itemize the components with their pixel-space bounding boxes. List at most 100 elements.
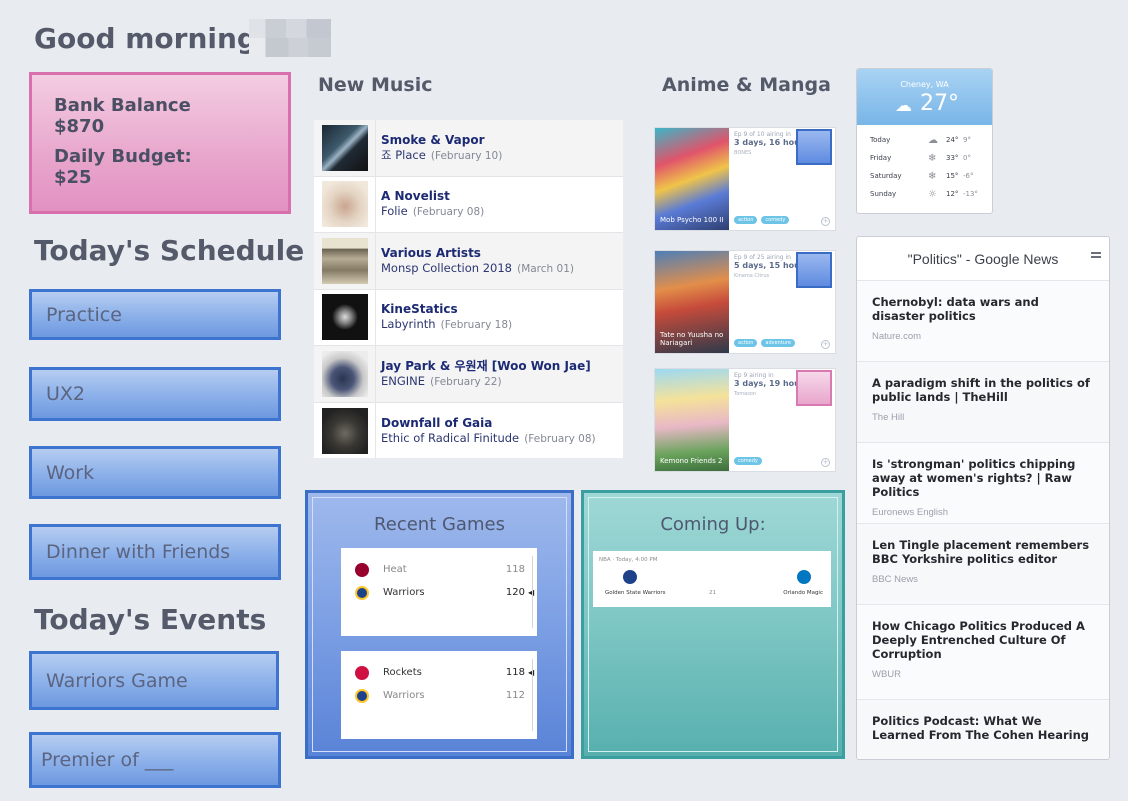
warriors-logo-icon (355, 688, 369, 703)
news-headline[interactable]: A paradigm shift in the politics of publ… (872, 376, 1094, 404)
music-title: Smoke & Vapor (381, 132, 485, 147)
snow-cloud-icon: ❄ (928, 152, 937, 164)
recent-games-panel: Recent Games Heat118 Warriors120◀ Rocket… (305, 490, 574, 759)
schedule-item-label: Practice (46, 303, 122, 326)
music-date: (February 18) (440, 319, 513, 332)
schedule-item-practice[interactable]: Practice (29, 289, 281, 340)
news-widget: "Politics" - Google News Chernobyl: data… (856, 236, 1110, 760)
music-item[interactable]: Various Artists Monsp Collection 2018 (Ma… (314, 233, 623, 290)
news-headline[interactable]: How Chicago Politics Produced A Deeply E… (872, 619, 1094, 661)
event-item-warriors-game[interactable]: Warriors Game (29, 651, 279, 710)
menu-icon[interactable] (1091, 252, 1101, 260)
music-date: (February 10) (430, 149, 503, 162)
music-date: (March 01) (517, 262, 574, 275)
game-team-row: Rockets118◀ (341, 661, 537, 684)
redacted-username (249, 19, 331, 57)
schedule-item-label: Dinner with Friends (46, 541, 231, 563)
forecast-day: Sunday (870, 190, 897, 198)
forecast-hi: 24° (946, 136, 959, 144)
music-item[interactable]: Downfall of Gaia Ethic of Radical Finitud… (314, 402, 623, 459)
news-headline[interactable]: Is 'strongman' politics chipping away at… (872, 457, 1094, 499)
news-item[interactable]: Len Tingle placement remembers BBC Yorks… (857, 524, 1109, 605)
forecast-row: Sunday ☼ 12° -13° (857, 185, 992, 203)
team-name: Heat (383, 564, 407, 575)
team-name: Warriors (383, 690, 425, 701)
music-item[interactable]: Jay Park & 우원재 [Woo Won Jae] ENGINE (Febr… (314, 346, 623, 403)
news-item[interactable]: Politics Podcast: What We Learned From T… (857, 700, 1109, 759)
music-artist: Labyrinth (381, 317, 436, 332)
music-item[interactable]: Smoke & Vapor 죠 Place (February 10) (314, 120, 623, 177)
forecast-hi: 12° (946, 190, 959, 198)
game-card[interactable]: Rockets118◀ Warriors112 (341, 651, 537, 739)
forecast-day: Friday (870, 154, 892, 162)
schedule-item-label: UX2 (46, 383, 86, 405)
forecast-row: Friday ❄ 33° 0° (857, 149, 992, 167)
anime-tag[interactable]: comedy (734, 457, 762, 465)
music-artist: ENGINE (381, 373, 426, 388)
select-square[interactable] (796, 370, 832, 406)
music-list: Smoke & Vapor 죠 Place (February 10) A Nov… (314, 120, 623, 459)
news-headline[interactable]: Politics Podcast: What We Learned From T… (872, 714, 1094, 742)
game-team-row: Warriors120◀ (341, 581, 537, 604)
music-title: Jay Park & 우원재 [Woo Won Jae] (381, 358, 591, 373)
schedule-item-dinner[interactable]: Dinner with Friends (29, 524, 281, 580)
add-icon[interactable]: + (821, 340, 830, 349)
add-icon[interactable]: + (821, 217, 830, 226)
music-title: A Novelist (381, 189, 450, 204)
sun-icon: ☼ (928, 188, 937, 200)
news-headline[interactable]: Chernobyl: data wars and disaster politi… (872, 295, 1094, 323)
game-time: NBA · Today, 4:00 PM (599, 557, 658, 563)
forecast-lo: 0° (963, 154, 971, 162)
forecast-day: Today (870, 136, 891, 144)
event-item-premier[interactable]: Premier of ___ (29, 732, 281, 788)
event-item-label: Warriors Game (46, 669, 188, 692)
anime-card[interactable]: Mob Psycho 100 II Ep 9 of 10 airing in 3… (654, 127, 836, 231)
music-title: Downfall of Gaia (381, 415, 493, 430)
anime-title: Kemono Friends 2 (660, 457, 723, 465)
upcoming-game-card[interactable]: NBA · Today, 4:00 PM Golden State Warrio… (593, 551, 831, 607)
team-score: 118 (505, 564, 525, 575)
schedule-item-ux2[interactable]: UX2 (29, 367, 281, 421)
anime-tag[interactable]: action (734, 339, 758, 347)
news-item[interactable]: Is 'strongman' politics chipping away at… (857, 443, 1109, 524)
team-name: Warriors (383, 587, 425, 598)
news-item[interactable]: Chernobyl: data wars and disaster politi… (857, 281, 1109, 362)
anime-poster: Mob Psycho 100 II (655, 128, 729, 230)
schedule-item-work[interactable]: Work (29, 446, 281, 499)
snow-cloud-icon: ❄ (928, 170, 937, 182)
game-card[interactable]: Heat 118 Warriors120◀ (341, 548, 537, 636)
schedule-heading: Today's Schedule (34, 234, 305, 267)
weather-location: Cheney, WA (900, 80, 949, 89)
add-icon[interactable]: + (821, 458, 830, 467)
anime-card[interactable]: Kemono Friends 2 Ep 9 airing in 3 days, … (654, 368, 836, 472)
anime-tag[interactable]: action (734, 216, 758, 224)
coming-up-title: Coming Up: (660, 514, 766, 535)
bank-card: Bank Balance $870 Daily Budget: $25 (29, 72, 291, 214)
album-art (321, 407, 368, 454)
anime-tag[interactable]: adventure (761, 339, 795, 347)
news-headline[interactable]: Len Tingle placement remembers BBC Yorks… (872, 538, 1094, 566)
select-square[interactable] (796, 129, 832, 165)
music-artist: 죠 Place (381, 147, 426, 162)
rockets-logo-icon (355, 665, 369, 680)
album-art (321, 350, 368, 397)
anime-title: Tate no Yuusha no Nariagari (660, 331, 724, 347)
event-item-label: Premier of ___ (41, 749, 174, 771)
anime-title: Mob Psycho 100 II (660, 216, 724, 224)
news-item[interactable]: How Chicago Politics Produced A Deeply E… (857, 605, 1109, 700)
forecast-lo: 9° (963, 136, 971, 144)
warriors-logo-icon (355, 585, 369, 600)
music-date: (February 08) (524, 432, 596, 445)
news-title: "Politics" - Google News (907, 250, 1059, 267)
album-art (321, 237, 368, 284)
forecast-hi: 33° (946, 154, 959, 162)
music-item[interactable]: KineStatics Labyrinth (February 18) (314, 289, 623, 346)
anime-poster: Tate no Yuusha no Nariagari (655, 251, 729, 353)
daily-budget-label: Daily Budget: (54, 146, 192, 167)
news-item[interactable]: A paradigm shift in the politics of publ… (857, 362, 1109, 443)
music-item[interactable]: A Novelist Folie (February 08) (314, 176, 623, 233)
select-square[interactable] (796, 252, 832, 288)
anime-tag[interactable]: comedy (761, 216, 790, 224)
anime-card[interactable]: Tate no Yuusha no Nariagari Ep 9 of 25 a… (654, 250, 836, 354)
news-source: The Hill (872, 412, 905, 423)
